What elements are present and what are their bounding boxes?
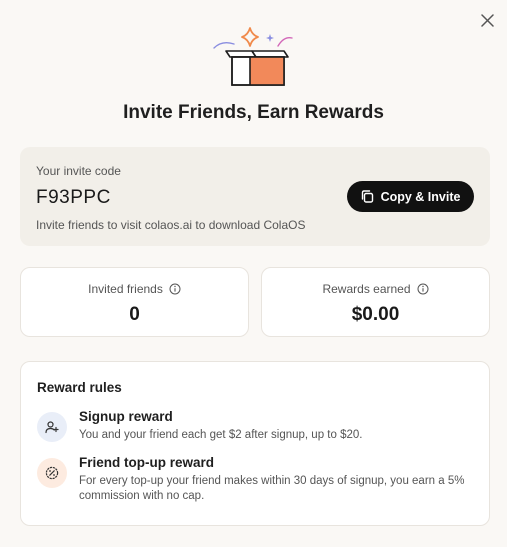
rule-description: You and your friend each get $2 after si… <box>79 429 363 441</box>
copy-invite-label: Copy & Invite <box>380 189 461 204</box>
rule-title: Signup reward <box>79 409 173 424</box>
invite-code-card: Your invite code F93PPC Invite friends t… <box>20 147 490 246</box>
info-icon[interactable] <box>169 283 181 295</box>
rewards-earned-label: Rewards earned <box>322 282 411 296</box>
hero-illustration <box>0 24 507 88</box>
gift-box-icon <box>212 27 293 86</box>
rule-item-signup: Signup reward You and your friend each g… <box>37 409 473 443</box>
invited-friends-card: Invited friends 0 <box>20 267 249 337</box>
rule-description: For every top-up your friend makes withi… <box>79 475 465 502</box>
copy-icon <box>361 190 373 203</box>
info-icon[interactable] <box>417 283 429 295</box>
rewards-earned-card: Rewards earned $0.00 <box>261 267 490 337</box>
rule-item-topup: Friend top-up reward For every top-up yo… <box>37 455 473 504</box>
invited-friends-value: 0 <box>129 304 140 325</box>
page-title: Invite Friends, Earn Rewards <box>123 102 384 123</box>
reward-rules-card: Reward rules Signup reward You and your … <box>20 361 490 526</box>
invite-description: Invite friends to visit colaos.ai to dow… <box>36 218 306 232</box>
rewards-earned-value: $0.00 <box>351 304 400 325</box>
invited-friends-label: Invited friends <box>88 282 163 296</box>
reward-rules-title: Reward rules <box>37 380 122 395</box>
add-user-icon <box>37 412 67 442</box>
rule-title: Friend top-up reward <box>79 455 214 470</box>
copy-invite-button[interactable]: Copy & Invite <box>347 181 474 212</box>
invite-code-label: Your invite code <box>36 164 121 178</box>
discount-badge-icon <box>37 458 67 488</box>
